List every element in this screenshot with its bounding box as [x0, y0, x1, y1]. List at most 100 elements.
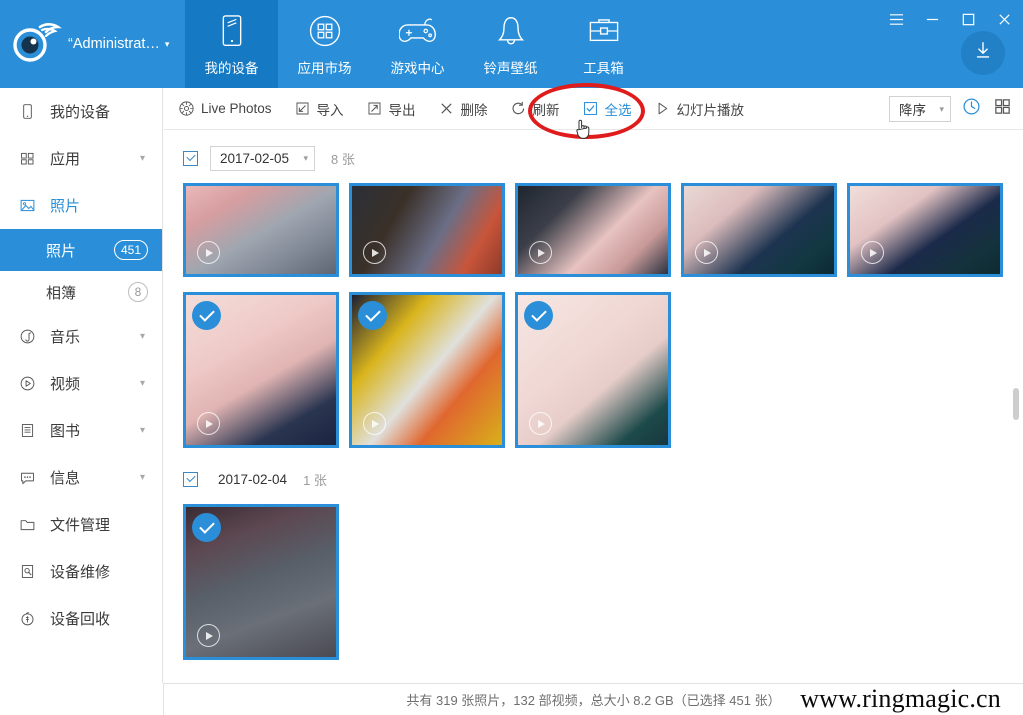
- sidebar-item-device-repair[interactable]: 设备维修: [0, 548, 162, 595]
- maximize-icon[interactable]: [957, 8, 979, 30]
- close-icon[interactable]: [993, 8, 1015, 30]
- account-area[interactable]: “Administrat… ▾: [0, 0, 185, 88]
- thumbnail-row: [164, 292, 1023, 450]
- nav-tab-game-center[interactable]: 游戏中心: [371, 0, 464, 88]
- scrollbar-thumb[interactable]: [1013, 388, 1019, 420]
- nav-tab-app-store[interactable]: 应用市场: [278, 0, 371, 88]
- photo-icon: [19, 196, 41, 216]
- sidebar-item-music[interactable]: 音乐 ▾: [0, 313, 162, 360]
- tablet-device-icon: [219, 11, 245, 51]
- minimize-icon[interactable]: [921, 8, 943, 30]
- export-button[interactable]: 导出: [355, 88, 427, 130]
- photo-thumb[interactable]: [515, 292, 671, 448]
- eye-logo-icon: [10, 21, 62, 67]
- account-name: “Administrat…: [68, 36, 160, 52]
- app-store-grid-icon: [308, 11, 342, 51]
- photo-thumb[interactable]: [183, 504, 339, 660]
- gamepad-icon: [398, 11, 437, 51]
- sidebar-item-apps[interactable]: 应用 ▾: [0, 135, 162, 182]
- live-photos-button[interactable]: Live Photos: [164, 88, 283, 130]
- photo-thumb[interactable]: [349, 292, 505, 448]
- sidebar-item-label: 视频: [50, 376, 81, 393]
- chevron-down-icon: ▾: [139, 378, 145, 389]
- photo-grid-content[interactable]: 2017-02-05 ▾ 8 张 2017-02-04 1 张: [164, 130, 1023, 683]
- group-date-label: 2017-02-05: [220, 151, 290, 166]
- sidebar-item-label: 信息: [50, 470, 81, 487]
- thumbnail-row: [164, 183, 1023, 279]
- download-button[interactable]: [961, 31, 1005, 75]
- chevron-down-icon: ▾: [164, 38, 170, 49]
- refresh-button[interactable]: 刷新: [499, 88, 571, 130]
- select-all-button[interactable]: 全选: [571, 88, 643, 130]
- refresh-icon: [510, 100, 527, 117]
- nav-tab-label: 铃声壁纸: [483, 61, 538, 76]
- photo-thumb[interactable]: [349, 183, 505, 277]
- photo-thumb[interactable]: [515, 183, 671, 277]
- sidebar-item-label: 照片: [50, 198, 81, 215]
- sidebar-item-device-recycle[interactable]: 设备回收: [0, 595, 162, 642]
- toolbar-right-controls: 降序 ▾: [889, 88, 1013, 130]
- chevron-down-icon: ▾: [303, 153, 308, 163]
- nav-tab-label: 工具箱: [583, 61, 624, 76]
- time-view-button[interactable]: [960, 98, 982, 120]
- delete-button[interactable]: 删除: [427, 88, 499, 130]
- sidebar-subitem-albums[interactable]: 相簿 8: [0, 271, 162, 313]
- sidebar-item-books[interactable]: 图书 ▾: [0, 407, 162, 454]
- sidebar: 我的设备 应用 ▾ 照片 照片 451 相簿 8 音乐 ▾ 视频 ▾ 图书 ▾ …: [0, 88, 163, 715]
- slideshow-button[interactable]: 幻灯片播放: [643, 88, 756, 130]
- photo-thumb[interactable]: [681, 183, 837, 277]
- sidebar-item-my-device[interactable]: 我的设备: [0, 88, 162, 135]
- sidebar-item-photos[interactable]: 照片: [0, 182, 162, 229]
- toolbox-icon: [587, 11, 621, 51]
- nav-tab-toolbox[interactable]: 工具箱: [557, 0, 650, 88]
- select-all-checkbox-icon: [582, 100, 599, 117]
- group-select-checkbox[interactable]: [183, 472, 198, 487]
- recycle-money-icon: [19, 609, 41, 629]
- hamburger-menu-icon[interactable]: [885, 8, 907, 30]
- import-button[interactable]: 导入: [283, 88, 355, 130]
- sidebar-item-label: 应用: [50, 151, 81, 168]
- sidebar-subitem-photos[interactable]: 照片 451: [0, 229, 162, 271]
- sidebar-item-videos[interactable]: 视频 ▾: [0, 360, 162, 407]
- repair-icon: [19, 562, 41, 582]
- play-video-icon: [529, 412, 552, 435]
- toolbar-button-label: 全选: [604, 102, 632, 118]
- sidebar-item-file-manager[interactable]: 文件管理: [0, 501, 162, 548]
- import-icon: [294, 100, 311, 117]
- grid-view-icon: [993, 97, 1012, 121]
- nav-tab-my-device[interactable]: 我的设备: [185, 0, 278, 88]
- bell-icon: [496, 11, 526, 51]
- group-photo-count: 1 张: [303, 473, 327, 488]
- export-icon: [366, 100, 383, 117]
- play-video-icon: [861, 241, 884, 264]
- play-video-icon: [197, 241, 220, 264]
- photo-thumb[interactable]: [183, 292, 339, 448]
- toolbar-button-label: 幻灯片播放: [676, 102, 745, 118]
- folder-icon: [19, 515, 41, 535]
- video-icon: [19, 374, 41, 394]
- nav-tab-label: 应用市场: [297, 61, 352, 76]
- message-icon: [19, 468, 41, 488]
- photo-thumb[interactable]: [183, 183, 339, 277]
- group-photo-count: 8 张: [331, 152, 355, 167]
- group-date-label: 2017-02-04: [218, 472, 288, 487]
- sidebar-item-messages[interactable]: 信息 ▾: [0, 454, 162, 501]
- grid-view-button[interactable]: [991, 98, 1013, 120]
- photo-thumb[interactable]: [847, 183, 1003, 277]
- watermark: www.ringmagic.cn: [800, 684, 1001, 713]
- chevron-down-icon: ▾: [139, 331, 145, 342]
- content-scrollbar[interactable]: [1009, 130, 1023, 683]
- nav-tab-label: 游戏中心: [390, 61, 445, 76]
- group-select-checkbox[interactable]: [183, 151, 198, 166]
- live-photos-icon: [178, 100, 195, 117]
- nav-tab-ringtone-wallpaper[interactable]: 铃声壁纸: [464, 0, 557, 88]
- delete-x-icon: [438, 100, 455, 117]
- album-count-badge: 8: [128, 282, 148, 302]
- sort-order-select[interactable]: 降序 ▾: [889, 96, 951, 122]
- play-video-icon: [529, 241, 552, 264]
- date-group-header: 2017-02-04 1 张: [164, 464, 1023, 495]
- music-icon: [19, 327, 41, 347]
- sidebar-item-label: 设备回收: [50, 611, 111, 628]
- main-nav-tabs: 我的设备 应用市场 游戏中心 铃声壁纸 工具箱: [185, 0, 650, 88]
- group-date-dropdown[interactable]: 2017-02-05 ▾: [210, 146, 315, 171]
